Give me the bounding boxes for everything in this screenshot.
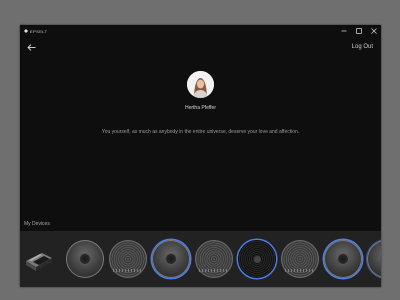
brand: EPSELT bbox=[24, 29, 47, 34]
device-speakerphone-selected[interactable] bbox=[152, 240, 190, 278]
minimize-button[interactable] bbox=[336, 25, 351, 37]
speaker-center bbox=[166, 254, 176, 264]
usb-dongle-icon bbox=[26, 253, 52, 271]
profile-photo bbox=[187, 71, 214, 98]
app-window: EPSELT Log Out Hertha Pfeffer You yourse… bbox=[20, 25, 381, 287]
device-speaker[interactable] bbox=[195, 240, 233, 278]
avatar[interactable] bbox=[187, 71, 214, 98]
speaker-center bbox=[338, 254, 348, 264]
device-speaker[interactable] bbox=[281, 240, 319, 278]
title-bar[interactable]: EPSELT bbox=[20, 25, 381, 37]
close-button[interactable] bbox=[366, 25, 381, 37]
minimize-icon bbox=[341, 30, 346, 32]
device-speakerphone-selected[interactable] bbox=[324, 240, 362, 278]
user-name: Hertha Pfeffer bbox=[184, 105, 217, 111]
window-controls bbox=[336, 25, 381, 37]
device-speakerphone[interactable] bbox=[367, 240, 381, 278]
brand-logo-icon bbox=[24, 29, 28, 33]
device-disc[interactable] bbox=[238, 240, 276, 278]
device-speakerphone[interactable] bbox=[66, 240, 104, 278]
brand-name: EPSELT bbox=[30, 28, 48, 34]
devices-heading: My Devices bbox=[24, 221, 50, 227]
maximize-icon bbox=[355, 28, 362, 34]
close-icon bbox=[370, 28, 377, 34]
back-button[interactable] bbox=[25, 42, 37, 52]
device-list bbox=[20, 231, 381, 287]
speaker-led-row bbox=[199, 269, 229, 272]
speaker-led-row bbox=[285, 269, 315, 272]
speaker-center bbox=[80, 254, 90, 264]
logout-button[interactable]: Log Out bbox=[352, 44, 373, 50]
device-speaker[interactable] bbox=[109, 240, 147, 278]
device-usb-dongle[interactable] bbox=[23, 241, 55, 279]
arrow-left-icon bbox=[26, 43, 35, 51]
maximize-button[interactable] bbox=[351, 25, 366, 37]
disc-center bbox=[253, 255, 261, 263]
profile-quote: You yourself, as much as anybody in the … bbox=[101, 129, 300, 135]
speaker-led-row bbox=[113, 269, 143, 272]
